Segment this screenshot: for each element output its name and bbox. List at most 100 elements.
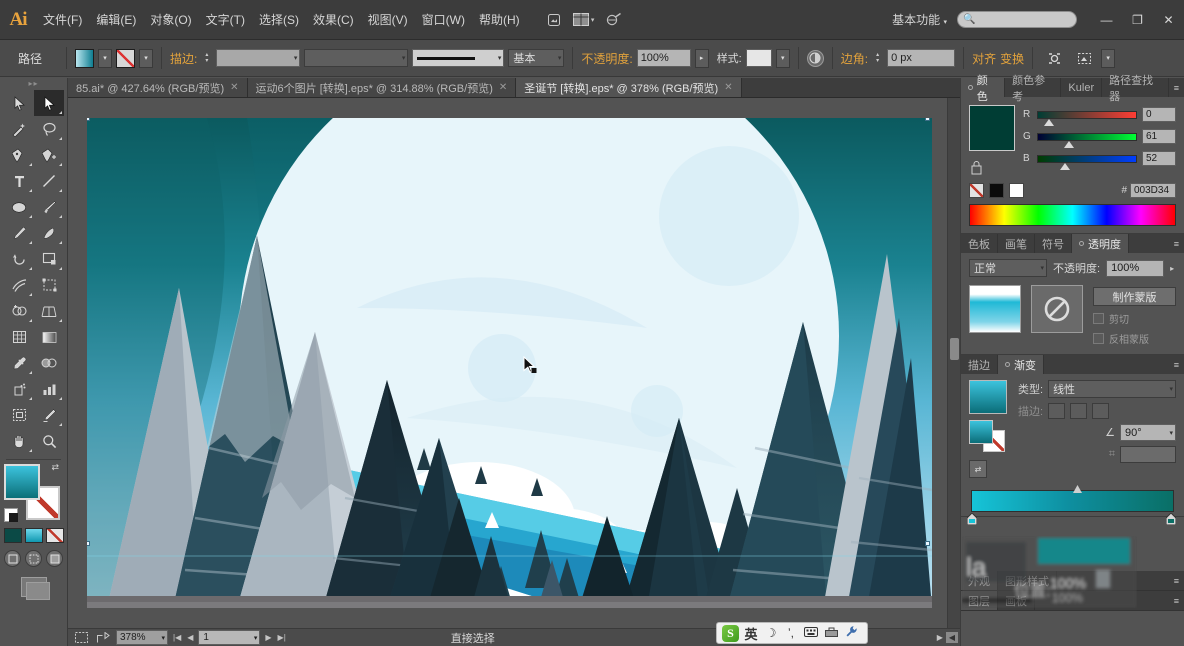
selection-anchor-top-left[interactable] [87,118,90,121]
soft-keyboard-icon[interactable] [803,626,819,640]
slider-knob-b[interactable] [1060,162,1070,170]
pencil-tool[interactable] [4,220,34,246]
search-input[interactable]: 🔍 [957,11,1077,28]
document-tab-2[interactable]: 运动6个图片 [转换].eps* @ 314.88% (RGB/预览) ✕ [247,78,517,97]
hand-tool[interactable] [4,428,34,454]
gradient-angle-input[interactable]: 90° ▾ [1120,424,1176,441]
control-bar-more-caret[interactable]: ▾ [1101,48,1116,68]
channel-value-g[interactable]: 61 [1142,129,1176,144]
brush-definition-select[interactable]: ▾ [412,49,505,67]
menu-edit[interactable]: 编辑(E) [89,9,143,31]
add-anchor-point-tool[interactable] [34,142,64,168]
slider-track-g[interactable] [1037,132,1137,148]
gradient-tool[interactable] [34,324,64,350]
panel-menu-icon[interactable]: ≡ [1169,355,1184,374]
lasso-tool[interactable] [34,116,64,142]
align-label[interactable]: 对齐 [972,50,996,67]
invert-mask-checkbox-row[interactable]: 反相蒙版 [1093,331,1176,346]
gradient-type-select[interactable]: 线性 ▾ [1048,380,1176,398]
punctuation-icon[interactable]: ʼ, [783,626,799,640]
gradient-aspect-input[interactable] [1120,446,1176,463]
gradient-midpoint-top[interactable] [1072,484,1082,493]
draw-normal-button[interactable] [4,550,21,567]
default-fill-stroke-icon[interactable] [3,508,18,522]
stroke-swatch-caret[interactable]: ▾ [139,48,153,68]
hex-input[interactable]: 003D34 [1130,183,1176,198]
scrollbar-thumb[interactable] [950,338,959,360]
ellipse-tool[interactable] [4,194,34,220]
menu-select[interactable]: 选择(S) [252,9,306,31]
line-segment-tool[interactable] [34,168,64,194]
tab-symbols[interactable]: 符号 [1035,234,1072,253]
variable-width-select[interactable]: 基本 ▾ [508,49,565,67]
gradient-button[interactable] [24,528,43,543]
tab-brushes[interactable]: 画笔 [998,234,1035,253]
gradient-fill-swatch[interactable] [969,420,993,444]
stroke-gradient-within-button[interactable] [1048,403,1066,419]
canvas-vertical-scrollbar[interactable] [947,98,960,628]
stock-icon[interactable] [601,8,627,32]
graphic-style-caret[interactable]: ▾ [775,48,790,68]
blend-tool[interactable] [34,350,64,376]
slice-tool[interactable] [34,402,64,428]
change-screen-mode-button[interactable] [20,577,50,600]
share-on-behance-icon[interactable] [94,631,112,645]
eyedropper-tool[interactable] [4,350,34,376]
selection-anchor-mid-right[interactable] [925,541,930,546]
fill-color-swatch[interactable] [75,48,94,68]
paintbrush-tool[interactable] [34,194,64,220]
menu-file[interactable]: 文件(F) [36,9,89,31]
menu-effect[interactable]: 效果(C) [306,9,361,31]
tab-color[interactable]: 颜色 [961,75,1006,103]
document-tab-1[interactable]: 85.ai* @ 427.64% (RGB/预览) ✕ [68,78,248,97]
channel-value-b[interactable]: 52 [1142,151,1176,166]
tab-pathfinder[interactable]: 路径查找器 [1102,75,1169,103]
panel-menu-icon[interactable]: ≡ [1169,591,1184,610]
moon-icon[interactable]: ☽ [763,626,779,640]
invert-mask-checkbox[interactable] [1093,333,1104,344]
swap-fill-stroke-icon[interactable]: ⇄ [52,462,64,474]
document-tab-3[interactable]: 圣诞节 [转换].eps* @ 378% (RGB/预览) ✕ [516,78,742,97]
slider-knob-g[interactable] [1064,140,1074,148]
selection-tool[interactable] [4,90,34,116]
color-spectrum-ramp[interactable] [969,204,1176,226]
zoom-tool[interactable] [34,428,64,454]
fill-swatch-caret[interactable]: ▾ [98,48,112,68]
sogou-logo-icon[interactable]: S [722,624,739,642]
graphic-style-select[interactable] [745,49,772,67]
perspective-grid-tool[interactable] [34,298,64,324]
object-thumbnail[interactable] [969,285,1021,333]
width-tool[interactable] [4,272,34,298]
menu-object[interactable]: 对象(O) [143,9,198,31]
fill-color-gradient[interactable] [3,464,40,500]
tab-gradient[interactable]: 渐变 [998,355,1044,374]
tab-stroke[interactable]: 描边 [961,355,998,374]
mesh-tool[interactable] [4,324,34,350]
tab-artboards[interactable]: 画板 [998,591,1035,610]
stroke-weight-stepper[interactable]: ▴ ▾ [201,49,212,67]
minimize-button[interactable]: — [1091,9,1122,31]
reverse-gradient-icon[interactable]: ⇄ [969,460,987,478]
slider-knob-r[interactable] [1044,118,1054,126]
corner-radius-field[interactable]: 0 px [887,49,956,67]
gradient-slider[interactable] [961,484,1184,526]
restore-button[interactable]: ❐ [1122,9,1153,31]
channel-value-r[interactable]: 0 [1142,107,1176,122]
tab-appearance[interactable]: 外观 [961,571,998,590]
artboard-tool[interactable] [4,402,34,428]
gradient-preview[interactable] [969,380,1007,414]
document-canvas[interactable] [68,98,960,628]
close-icon[interactable]: ✕ [724,82,732,93]
current-tool-label[interactable]: 直接选择 [451,630,495,646]
input-mode-label[interactable]: 英 [743,624,759,643]
panel-menu-icon[interactable]: ≡ [1169,571,1184,590]
scroll-right-button[interactable]: ▶ [936,633,944,642]
color-button[interactable] [3,528,22,543]
clip-checkbox[interactable] [1093,313,1104,324]
tab-layers[interactable]: 图层 [961,591,998,610]
stroke-profile-select[interactable]: ▾ [304,49,409,67]
settings-wrench-icon[interactable] [843,625,859,641]
menu-window[interactable]: 窗口(W) [415,9,472,31]
mask-thumbnail[interactable] [1031,285,1083,333]
recolor-artwork-icon[interactable] [806,49,824,67]
